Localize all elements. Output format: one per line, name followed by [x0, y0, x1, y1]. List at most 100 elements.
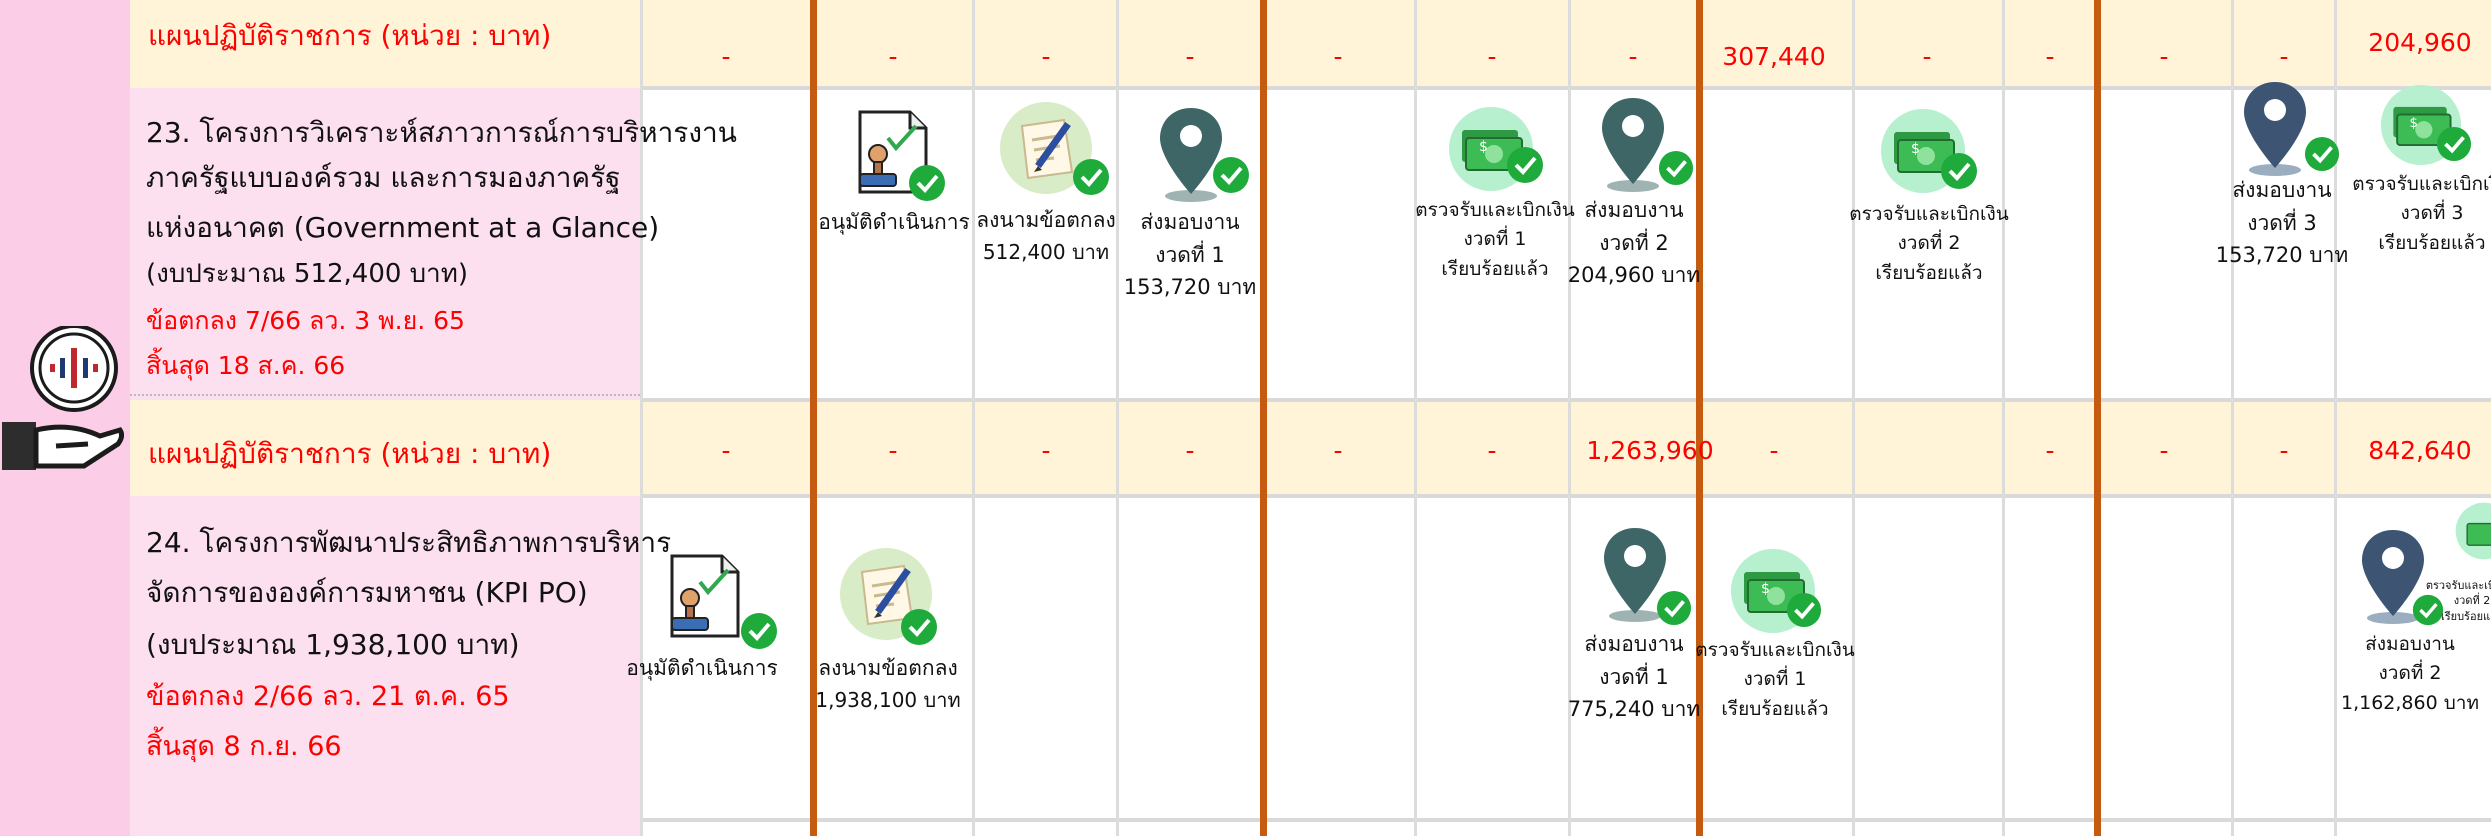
check-icon: [908, 164, 946, 202]
grid-line: [1414, 0, 1417, 836]
milestone-label: อนุมัติดำเนินการ: [818, 210, 970, 234]
plan-value: 307,440: [1722, 42, 1826, 71]
check-icon: [900, 608, 938, 646]
milestone-amount: 1,162,860 บาท: [2341, 691, 2479, 714]
milestone-period: งวดที่ 2: [1599, 230, 1669, 255]
plan-row-title: แผนปฏิบัติราชการ (หน่วย : บาท): [148, 437, 552, 470]
check-icon: [1940, 152, 1978, 190]
milestone-period: งวดที่ 2: [1897, 232, 1961, 255]
check-icon: [740, 612, 778, 650]
plan-value: -: [1487, 42, 1497, 71]
milestone-label: ตรวจรับและเบิกเงิน: [2352, 173, 2491, 195]
milestone-amount: 512,400 บาท: [982, 239, 1110, 264]
milestone-status: เรียบร้อยแล้ว: [2378, 231, 2486, 254]
milestone-caption: ตรวจรับและเบิกเงิน งวดที่ 1 เรียบร้อยแล้…: [1415, 196, 1575, 284]
plan-value: -: [2045, 42, 2055, 71]
milestone-label: ส่งมอบงาน: [2365, 633, 2455, 655]
milestone-label: ส่งมอบงาน: [1584, 198, 1684, 222]
plan-value: -: [1185, 42, 1195, 71]
check-icon: [1658, 150, 1694, 186]
plan-value: -: [1628, 42, 1638, 71]
milestone-label: ตรวจรับและเบิกเงิน: [1849, 203, 2009, 225]
plan-value: -: [1185, 436, 1195, 465]
milestone-period: งวดที่ 3: [2247, 210, 2317, 235]
milestone-caption: ตรวจรับและเบิกเงิน งวดที่ 2 เรียบร้อยแล้…: [1849, 200, 2009, 288]
svg-text:$: $: [2410, 116, 2418, 131]
plan-value: -: [721, 436, 731, 465]
check-icon: [1212, 156, 1250, 194]
project-24-budget: (งบประมาณ 1,938,100 บาท): [146, 628, 520, 661]
grid-line: [972, 0, 975, 836]
row-divider: [640, 494, 2491, 498]
milestone-amount: 775,240 บาท: [1567, 697, 1701, 722]
grid-line: [1116, 0, 1119, 836]
row-divider: [640, 398, 2491, 402]
project-23-title-line: 23. โครงการวิเคราะห์สภาวการณ์การบริหารงา…: [146, 116, 737, 149]
milestone-amount: 153,720 บาท: [2215, 243, 2349, 268]
milestone-label: ตรวจรับและเบิกเงิน: [2425, 579, 2491, 592]
milestone-status: เรียบร้อยแล้ว: [1875, 261, 1983, 284]
milestone-label: อนุมัติดำเนินการ: [626, 656, 778, 680]
check-icon: [1786, 592, 1822, 628]
project-23-title-line: แห่งอนาคต (Government at a Glance): [146, 211, 660, 244]
plan-value: 842,640: [2368, 436, 2472, 465]
milestone-period: งวดที่ 1: [1463, 228, 1527, 251]
milestone-period: งวดที่ 1: [1743, 668, 1807, 691]
plan-value: -: [1041, 436, 1051, 465]
milestone-period: งวดที่ 2: [2453, 594, 2491, 608]
milestone-caption: ส่งมอบงาน งวดที่ 2 204,960 บาท: [1568, 194, 1700, 292]
milestone-label: ตรวจรับและเบิกเงิน: [1695, 639, 1855, 661]
milestone-caption: ตรวจรับและเบิกเงิน งวดที่ 1 เรียบร้อยแล้…: [1695, 636, 1855, 724]
milestone-status: เรียบร้อยแล้ว: [1441, 257, 1549, 280]
milestone-amount: 153,720 บาท: [1123, 275, 1257, 300]
milestone-label: ลงนามข้อตกลง: [976, 208, 1116, 232]
plan-value: -: [1487, 436, 1497, 465]
milestone-caption: อนุมัติดำเนินการ: [626, 652, 778, 685]
milestone-status: เรียบร้อยแล้ว: [1721, 697, 1829, 720]
milestone-period: งวดที่ 1: [1599, 664, 1669, 689]
milestone-label: ส่งมอบงาน: [2232, 178, 2332, 202]
grid-line: [2334, 0, 2337, 836]
milestone-caption: ส่งมอบงาน งวดที่ 1 153,720 บาท: [1124, 206, 1256, 304]
milestone-caption: อนุมัติดำเนินการ: [818, 206, 970, 239]
milestone-caption: ลงนามข้อตกลง 1,938,100 บาท: [815, 652, 960, 716]
grid-line: [2002, 0, 2005, 836]
quarter-divider: [2094, 0, 2101, 836]
plan-value: -: [2159, 436, 2169, 465]
plan-value: -: [2279, 42, 2289, 71]
svg-text:$: $: [1761, 581, 1770, 597]
milestone-caption: ตรวจรับและเบิกเงิน งวดที่ 2 เรียบร้อยแล้…: [2426, 578, 2491, 624]
svg-text:$: $: [1911, 141, 1920, 157]
check-icon: [2436, 126, 2472, 162]
milestone-status: เรียบร้อยแล้ว: [2440, 609, 2491, 623]
milestone-caption: ส่งมอบงาน งวดที่ 3 153,720 บาท: [2216, 174, 2348, 272]
plan-value: -: [1769, 436, 1779, 465]
milestone-caption: ส่งมอบงาน งวดที่ 1 775,240 บาท: [1568, 628, 1700, 726]
check-icon: [2304, 136, 2340, 172]
milestone-caption: ส่งมอบงาน งวดที่ 2 1,162,860 บาท: [2341, 630, 2479, 718]
organization-logo: [0, 324, 125, 476]
location-pin-icon: [2238, 78, 2312, 178]
plan-value: -: [1333, 436, 1343, 465]
milestone-label: ลงนามข้อตกลง: [818, 656, 958, 680]
project-24-title-line: จัดการขององค์การมหาชน (KPI PO): [146, 576, 588, 609]
milestone-label: ส่งมอบงาน: [1140, 210, 1240, 234]
milestone-label: ตรวจรับและเบิกเงิน: [1415, 199, 1575, 221]
plan-value: -: [2159, 42, 2169, 71]
check-icon: [1072, 158, 1110, 196]
plan-value: -: [888, 436, 898, 465]
milestone-label: ส่งมอบงาน: [1584, 632, 1684, 656]
project-23-agreement: ข้อตกลง 7/66 ลว. 3 พ.ย. 65: [146, 306, 465, 335]
plan-value: -: [721, 42, 731, 71]
plan-value: -: [1333, 42, 1343, 71]
svg-text:$: $: [1479, 139, 1488, 155]
check-icon: [1656, 590, 1692, 626]
milestone-caption: ลงนามข้อตกลง 512,400 บาท: [976, 204, 1116, 268]
grid-line: [2231, 0, 2234, 836]
plan-value: -: [2045, 436, 2055, 465]
plan-value: 204,960: [2368, 28, 2472, 57]
project-23-budget: (งบประมาณ 512,400 บาท): [146, 259, 469, 289]
milestone-caption: ตรวจรับและเบิกเงิน งวดที่ 3 เรียบร้อยแล้…: [2352, 170, 2491, 258]
milestone-amount: 204,960 บาท: [1567, 263, 1701, 288]
project-24-title-line: 24. โครงการพัฒนาประสิทธิภาพการบริหาร: [146, 526, 672, 559]
